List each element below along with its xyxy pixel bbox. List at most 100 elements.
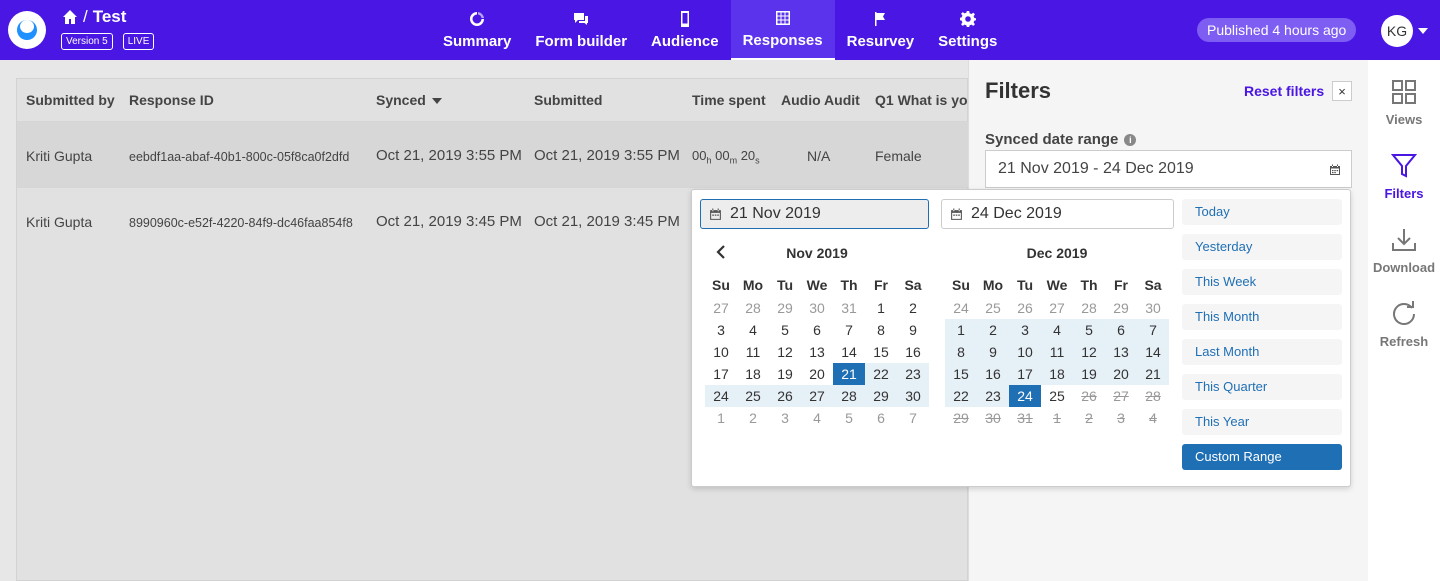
home-icon[interactable] <box>62 9 78 25</box>
col-submitted[interactable]: Submitted <box>534 92 602 108</box>
day-cell[interactable]: 10 <box>705 341 737 363</box>
day-cell[interactable]: 28 <box>833 385 865 407</box>
day-cell[interactable]: 13 <box>1105 341 1137 363</box>
day-cell[interactable]: 6 <box>1105 319 1137 341</box>
chevron-down-icon[interactable] <box>1418 28 1428 34</box>
download-button[interactable]: Download <box>1368 226 1440 275</box>
day-cell[interactable]: 15 <box>945 363 977 385</box>
day-cell[interactable]: 12 <box>769 341 801 363</box>
day-cell[interactable]: 18 <box>1041 363 1073 385</box>
col-audio-audit[interactable]: Audio Audit <box>781 92 860 108</box>
sort-desc-icon[interactable] <box>431 98 442 105</box>
day-cell[interactable]: 14 <box>833 341 865 363</box>
day-cell[interactable]: 14 <box>1137 341 1169 363</box>
day-cell[interactable]: 13 <box>801 341 833 363</box>
synced-date-range-input[interactable]: 21 Nov 2019 - 24 Dec 2019 <box>985 150 1352 188</box>
day-cell[interactable]: 1 <box>865 297 897 319</box>
day-cell[interactable]: 8 <box>945 341 977 363</box>
col-time-spent[interactable]: Time spent <box>692 92 766 108</box>
day-cell[interactable]: 9 <box>977 341 1009 363</box>
col-response-id[interactable]: Response ID <box>129 92 214 108</box>
day-cell[interactable]: 16 <box>897 341 929 363</box>
nav-form-builder[interactable]: Form builder <box>523 0 639 60</box>
day-cell[interactable]: 20 <box>1105 363 1137 385</box>
close-filters-button[interactable]: × <box>1332 81 1352 101</box>
nav-resurvey[interactable]: Resurvey <box>835 0 927 60</box>
day-cell[interactable]: 5 <box>1073 319 1105 341</box>
day-cell[interactable]: 30 <box>1137 297 1169 319</box>
day-cell[interactable]: 3 <box>705 319 737 341</box>
nav-settings[interactable]: Settings <box>926 0 1009 60</box>
day-cell[interactable]: 7 <box>897 407 929 429</box>
day-cell[interactable]: 21 <box>833 363 865 385</box>
day-cell[interactable]: 21 <box>1137 363 1169 385</box>
day-cell[interactable]: 31 <box>833 297 865 319</box>
end-date-input[interactable]: 24 Dec 2019 <box>941 199 1174 229</box>
nav-audience[interactable]: Audience <box>639 0 731 60</box>
day-cell[interactable]: 25 <box>1041 385 1073 407</box>
day-cell[interactable]: 30 <box>801 297 833 319</box>
nav-responses[interactable]: Responses <box>730 0 835 60</box>
day-cell[interactable]: 25 <box>737 385 769 407</box>
chevron-left-icon[interactable] <box>715 245 727 259</box>
range-this-quarter[interactable]: This Quarter <box>1182 374 1342 400</box>
day-cell[interactable]: 23 <box>897 363 929 385</box>
day-cell[interactable]: 2 <box>737 407 769 429</box>
day-cell[interactable]: 28 <box>737 297 769 319</box>
day-cell[interactable]: 7 <box>1137 319 1169 341</box>
day-cell[interactable]: 3 <box>1009 319 1041 341</box>
day-cell[interactable]: 18 <box>737 363 769 385</box>
day-cell[interactable]: 6 <box>801 319 833 341</box>
day-cell[interactable]: 29 <box>865 385 897 407</box>
user-avatar[interactable]: KG <box>1381 15 1413 47</box>
day-cell[interactable]: 2 <box>897 297 929 319</box>
day-cell[interactable]: 28 <box>1073 297 1105 319</box>
filters-button[interactable]: Filters <box>1368 152 1440 201</box>
day-cell[interactable]: 29 <box>1105 297 1137 319</box>
day-cell[interactable]: 26 <box>769 385 801 407</box>
day-cell[interactable]: 6 <box>865 407 897 429</box>
reset-filters-link[interactable]: Reset filters <box>1244 83 1324 99</box>
table-row[interactable]: Kriti Gupta eebdf1aa-abaf-40b1-800c-05f8… <box>17 121 969 187</box>
day-cell[interactable]: 25 <box>977 297 1009 319</box>
range-yesterday[interactable]: Yesterday <box>1182 234 1342 260</box>
day-cell[interactable]: 8 <box>865 319 897 341</box>
range-custom[interactable]: Custom Range <box>1182 444 1342 470</box>
day-cell[interactable]: 1 <box>705 407 737 429</box>
day-cell[interactable]: 5 <box>769 319 801 341</box>
day-cell[interactable]: 17 <box>705 363 737 385</box>
day-cell[interactable]: 5 <box>833 407 865 429</box>
day-cell[interactable]: 22 <box>865 363 897 385</box>
range-this-month[interactable]: This Month <box>1182 304 1342 330</box>
day-cell[interactable]: 24 <box>1009 385 1041 407</box>
day-cell[interactable]: 15 <box>865 341 897 363</box>
day-cell[interactable]: 1 <box>945 319 977 341</box>
day-cell[interactable]: 27 <box>801 385 833 407</box>
day-cell[interactable]: 4 <box>1041 319 1073 341</box>
app-logo[interactable] <box>8 11 46 49</box>
day-cell[interactable]: 4 <box>737 319 769 341</box>
day-cell[interactable]: 2 <box>977 319 1009 341</box>
day-cell[interactable]: 23 <box>977 385 1009 407</box>
day-cell[interactable]: 4 <box>801 407 833 429</box>
day-cell[interactable]: 9 <box>897 319 929 341</box>
day-cell[interactable]: 12 <box>1073 341 1105 363</box>
day-cell[interactable]: 27 <box>1041 297 1073 319</box>
day-cell[interactable]: 11 <box>737 341 769 363</box>
col-submitted-by[interactable]: Submitted by <box>26 92 115 108</box>
day-cell[interactable]: 24 <box>945 297 977 319</box>
range-last-month[interactable]: Last Month <box>1182 339 1342 365</box>
day-cell[interactable]: 7 <box>833 319 865 341</box>
range-this-week[interactable]: This Week <box>1182 269 1342 295</box>
day-cell[interactable]: 22 <box>945 385 977 407</box>
day-cell[interactable]: 17 <box>1009 363 1041 385</box>
day-cell[interactable]: 24 <box>705 385 737 407</box>
day-cell[interactable]: 19 <box>1073 363 1105 385</box>
refresh-button[interactable]: Refresh <box>1368 300 1440 349</box>
day-cell[interactable]: 30 <box>897 385 929 407</box>
views-button[interactable]: Views <box>1368 78 1440 127</box>
day-cell[interactable]: 3 <box>769 407 801 429</box>
day-cell[interactable]: 19 <box>769 363 801 385</box>
day-cell[interactable]: 10 <box>1009 341 1041 363</box>
info-icon[interactable]: i <box>1124 134 1137 147</box>
